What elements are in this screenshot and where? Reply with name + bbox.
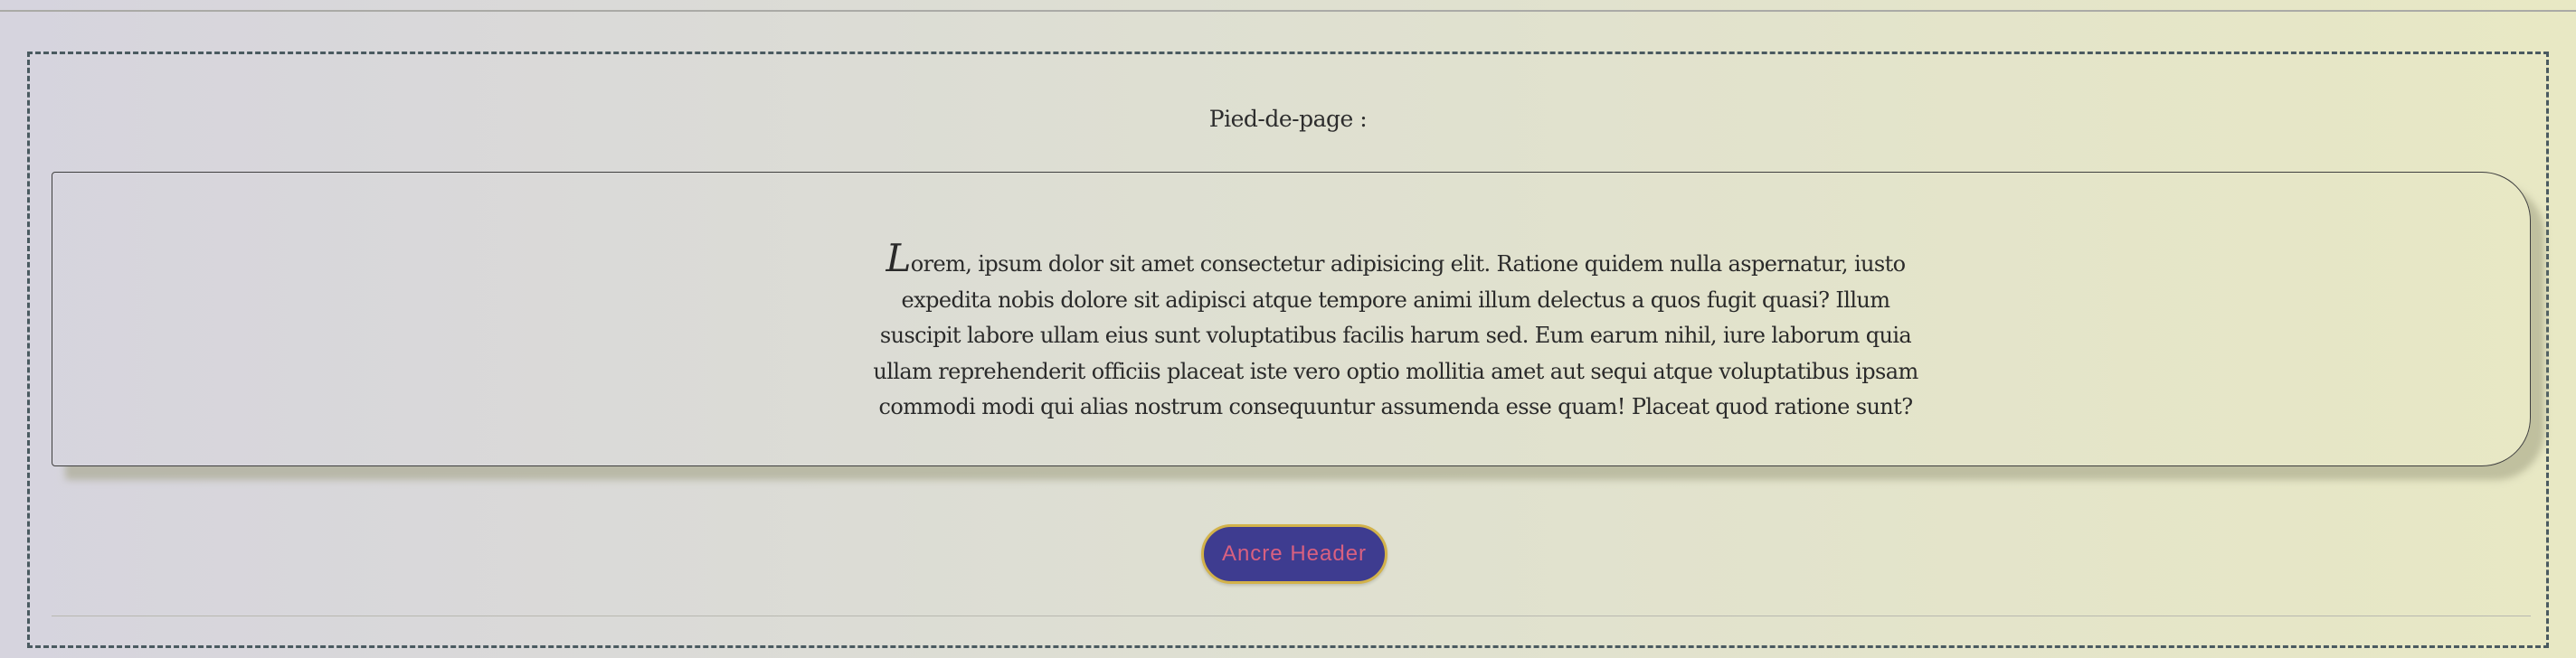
text-card: Lorem, ipsum dolor sit amet consectetur … [52, 172, 2531, 466]
top-divider [0, 10, 2576, 12]
anchor-header-button[interactable]: Ancre Header [1201, 524, 1387, 584]
footer-label: Pied-de-page : [1208, 106, 1368, 132]
footer-section: Pied-de-page : Lorem, ipsum dolor sit am… [27, 52, 2549, 648]
lorem-paragraph: Lorem, ipsum dolor sit amet consectetur … [867, 240, 1925, 426]
lorem-paragraph-text: orem, ipsum dolor sit amet consectetur a… [873, 251, 1918, 419]
dropcap-letter: L [886, 236, 911, 280]
